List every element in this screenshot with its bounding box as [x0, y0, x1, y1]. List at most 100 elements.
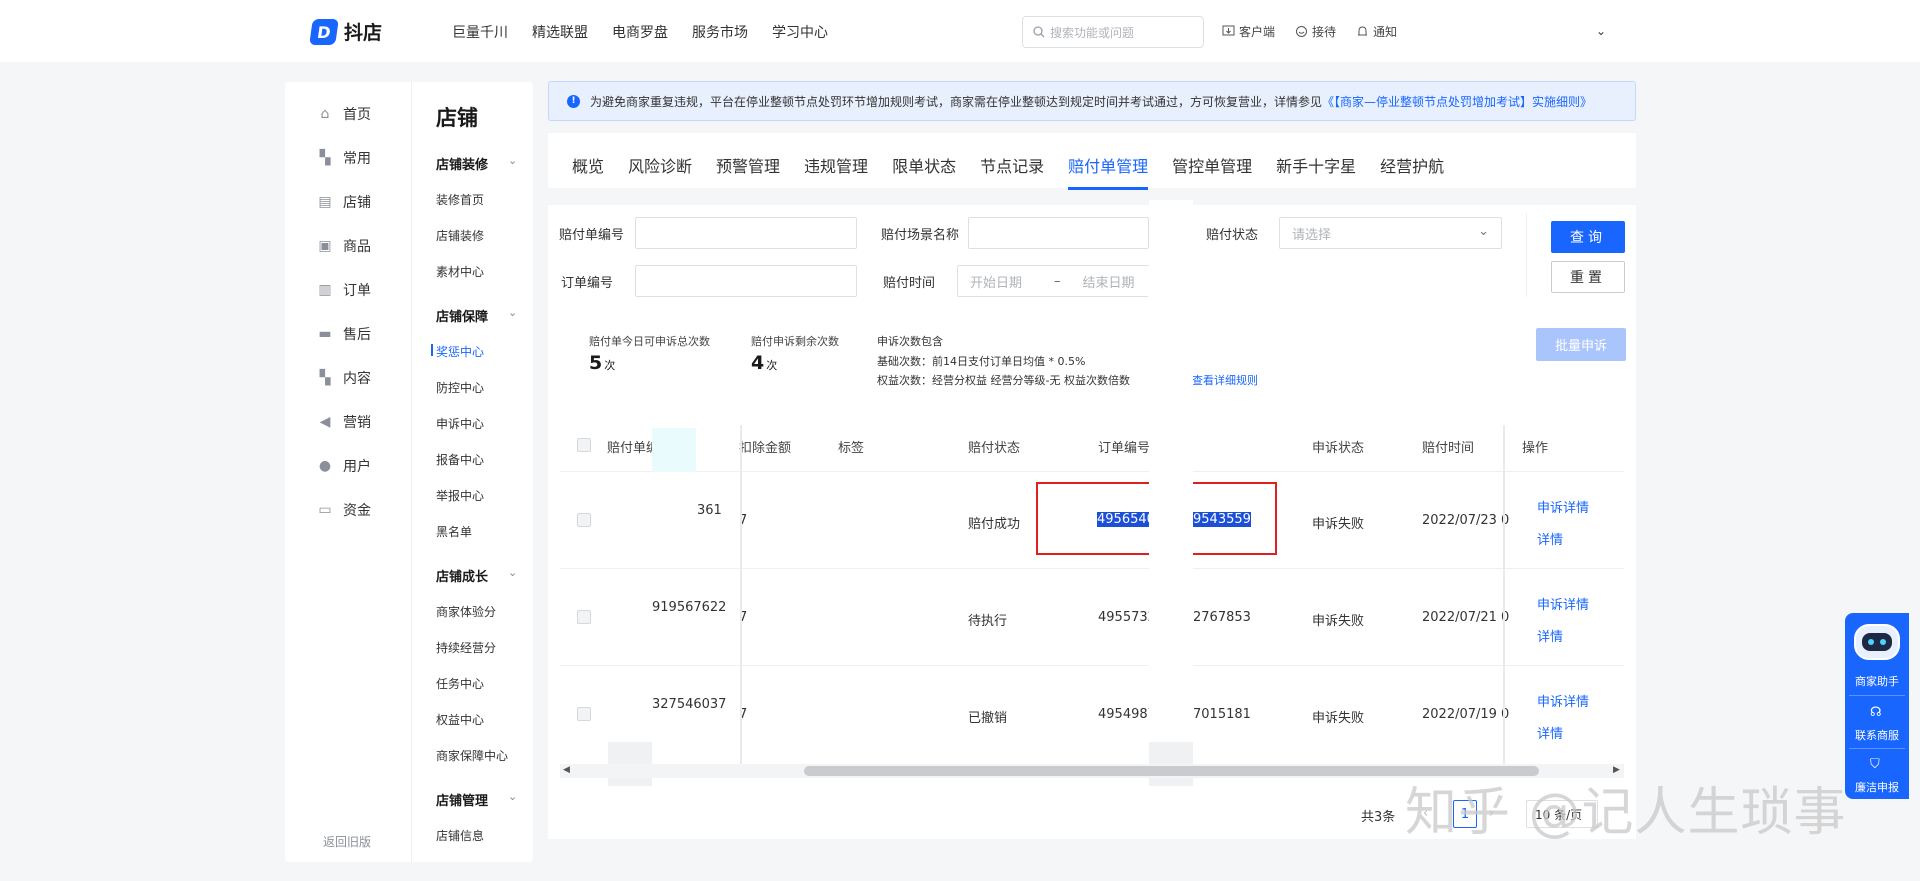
subnav-item[interactable]: 店铺信息 [436, 827, 484, 844]
tab-escort[interactable]: 经营护航 [1380, 153, 1444, 177]
query-button[interactable]: 查询 [1551, 221, 1625, 253]
subnav-item[interactable]: 黑名单 [436, 523, 472, 540]
contact-service-label[interactable]: 联系商服 [1845, 727, 1909, 743]
row-checkbox[interactable] [577, 610, 591, 624]
batch-appeal-button[interactable]: 批量申诉 [1536, 328, 1626, 361]
top-nav: 巨量千川 精选联盟 电商罗盘 服务市场 学习中心 [452, 22, 828, 42]
sidebar-item-marketing[interactable]: ◀ 营销 [317, 412, 371, 432]
sidebar-item-users[interactable]: ● 用户 [317, 456, 371, 476]
search-input[interactable]: 搜索功能或问题 [1022, 16, 1204, 48]
appeal-detail-link[interactable]: 申诉详情 [1537, 691, 1589, 710]
tab-node[interactable]: 节点记录 [980, 153, 1044, 177]
status-select[interactable]: 请选择 ⌄ [1279, 217, 1502, 249]
subnav-item[interactable]: 举报中心 [436, 487, 484, 504]
appeal-detail-link[interactable]: 申诉详情 [1537, 497, 1589, 516]
sidebar-item-shop[interactable]: ▤ 店铺 [317, 192, 371, 212]
subnav-item[interactable]: 商家保障中心 [436, 747, 508, 764]
row-checkbox[interactable] [577, 513, 591, 527]
sidebar-item-label: 营销 [343, 415, 371, 431]
tab-overview[interactable]: 概览 [572, 153, 604, 177]
subnav-item[interactable]: 装修首页 [436, 191, 484, 208]
order-id-input[interactable] [635, 265, 857, 297]
order-id-part: 2767853 [1193, 610, 1251, 625]
compensation-time: 2022/07/19 0 [1422, 707, 1510, 722]
sidebar-item-funds[interactable]: ▭ 资金 [317, 500, 371, 520]
client-button[interactable]: 客户端 [1222, 23, 1275, 40]
tab-control[interactable]: 管控单管理 [1172, 153, 1252, 177]
sidebar-item-common[interactable]: ▚ 常用 [317, 148, 371, 168]
rules-link[interactable]: 查看详细规则 [1192, 372, 1258, 388]
group-title: 店铺管理 [436, 794, 489, 809]
tab-newbie[interactable]: 新手十字星 [1276, 153, 1356, 177]
subnav-item[interactable]: 店铺装修 [436, 227, 484, 244]
notice-link[interactable]: 《【商家—停业整顿节点处罚增加考试】实施细则》 [1322, 93, 1592, 110]
stat-unit: 次 [604, 359, 616, 372]
reception-button[interactable]: 接待 [1295, 23, 1336, 40]
subnav-item[interactable]: 申诉中心 [436, 415, 484, 432]
download-icon [1222, 25, 1235, 36]
subnav-item[interactable]: 商家体验分 [436, 603, 496, 620]
subnav-item[interactable]: 持续经营分 [436, 639, 496, 656]
select-all-checkbox[interactable] [577, 438, 591, 452]
scroll-left-icon[interactable]: ◀ [563, 765, 570, 775]
integrity-report-label[interactable]: 廉洁申报 [1845, 779, 1909, 795]
group-shop-guarantee[interactable]: 店铺保障 ⌄ [436, 306, 517, 325]
topnav-item[interactable]: 电商罗盘 [612, 22, 668, 42]
logo[interactable]: D 抖店 [309, 18, 382, 45]
end-date[interactable]: 结束日期 [1083, 272, 1135, 291]
topnav-item[interactable]: 学习中心 [772, 22, 828, 42]
group-shop-growth[interactable]: 店铺成长 ⌄ [436, 566, 517, 585]
topnav-item[interactable]: 服务市场 [692, 22, 748, 42]
info-icon: ! [567, 94, 580, 108]
row-checkbox[interactable] [577, 707, 591, 721]
top-actions: 客户端 接待 通知 [1222, 23, 1397, 40]
divider [1526, 213, 1527, 297]
group-shop-decor[interactable]: 店铺装修 ⌄ [436, 154, 517, 173]
chevron-down-icon: ⌄ [508, 306, 518, 319]
tab-compensation[interactable]: 赔付单管理 [1068, 153, 1149, 190]
back-old-version-link[interactable]: 返回旧版 [323, 833, 371, 850]
sidebar-item-content[interactable]: ▚ 内容 [317, 368, 371, 388]
sidebar-item-aftersale[interactable]: ▬ 售后 [317, 324, 371, 344]
detail-link[interactable]: 详情 [1537, 723, 1563, 742]
subnav-item[interactable]: 权益中心 [436, 711, 484, 728]
assistant-label[interactable]: 商家助手 [1845, 673, 1909, 689]
sidebar-item-goods[interactable]: ▣ 商品 [317, 236, 371, 256]
subnav-item-active[interactable]: 奖惩中心 [436, 343, 484, 360]
appeal-status: 申诉失败 [1312, 614, 1365, 629]
detail-link[interactable]: 详情 [1537, 529, 1563, 548]
tab-bar: 概览 风险诊断 预警管理 违规管理 限单状态 节点记录 赔付单管理 管控单管理 … [572, 153, 1444, 190]
status-text: 赔付成功 [968, 517, 1021, 532]
active-indicator [431, 344, 433, 356]
row-divider [560, 665, 1624, 666]
topnav-item[interactable]: 巨量千川 [452, 22, 508, 42]
robot-icon[interactable] [1849, 616, 1905, 668]
account-chevron-icon[interactable]: ⌄ [1596, 24, 1606, 38]
sidebar-item-home[interactable]: ⌂ 首页 [317, 104, 371, 124]
subnav-item[interactable]: 任务中心 [436, 675, 484, 692]
stat-value: 4次 [751, 352, 777, 374]
compensation-id-input[interactable] [635, 217, 857, 249]
tab-limit[interactable]: 限单状态 [892, 153, 956, 177]
sidebar-item-orders[interactable]: ▥ 订单 [317, 280, 371, 300]
sidebar-item-label: 内容 [343, 371, 371, 387]
compensation-time: 2022/07/23 0 [1422, 513, 1510, 528]
notify-button[interactable]: 通知 [1356, 23, 1397, 40]
scene-name-input[interactable] [968, 217, 1149, 249]
tab-warning[interactable]: 预警管理 [716, 153, 780, 177]
order-icon: ▥ [318, 282, 332, 298]
group-shop-management[interactable]: 店铺管理 ⌄ [436, 790, 517, 809]
topnav-item[interactable]: 精选联盟 [532, 22, 588, 42]
appeal-detail-link[interactable]: 申诉详情 [1537, 594, 1589, 613]
subnav-item[interactable]: 报备中心 [436, 451, 484, 468]
subnav-item[interactable]: 素材中心 [436, 263, 484, 280]
sidebar-item-label: 用户 [343, 459, 371, 475]
date-range-picker[interactable]: 开始日期 – 结束日期 [957, 265, 1149, 297]
tab-violation[interactable]: 违规管理 [804, 153, 868, 177]
tab-risk[interactable]: 风险诊断 [628, 153, 692, 177]
reset-button[interactable]: 重置 [1551, 261, 1625, 293]
detail-link[interactable]: 详情 [1537, 626, 1563, 645]
start-date[interactable]: 开始日期 [970, 272, 1022, 291]
wallet-icon: ▭ [318, 502, 332, 518]
subnav-item[interactable]: 防控中心 [436, 379, 484, 396]
